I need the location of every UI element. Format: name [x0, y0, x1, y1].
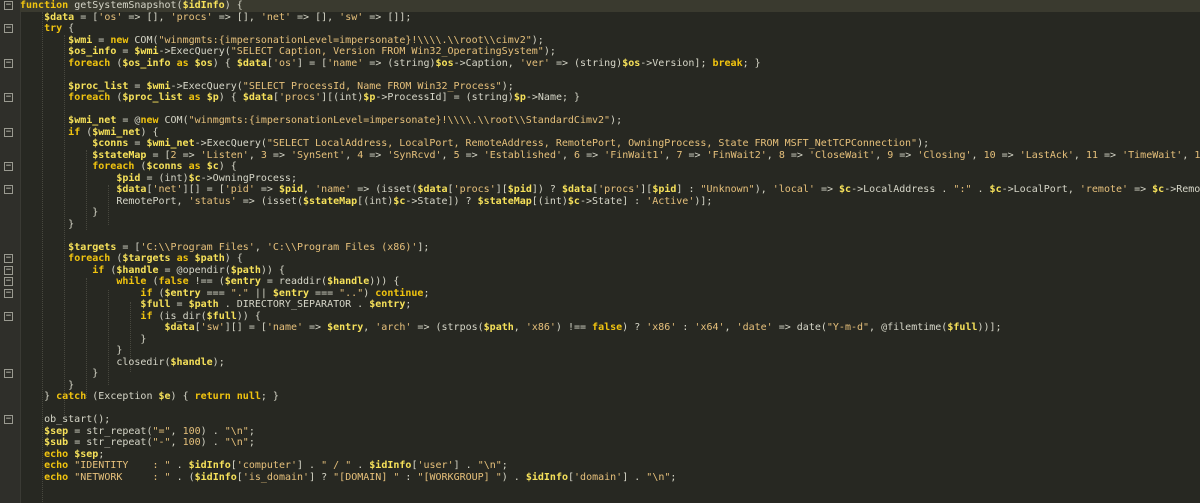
code-line[interactable]	[20, 403, 1200, 415]
fold-toggle-icon[interactable]: −	[4, 162, 13, 171]
code-line[interactable]: $sub = str_repeat("-", 100) . "\n";	[20, 437, 1200, 449]
editor-gutter: − − − − − − − − − − − − − −	[0, 0, 21, 503]
code-line[interactable]: if (is_dir($full)) {	[20, 311, 1200, 323]
code-line[interactable]: if ($entry === "." || $entry === "..") c…	[20, 288, 1200, 300]
code-line[interactable]	[20, 69, 1200, 81]
code-line[interactable]: while (false !== ($entry = readdir($hand…	[20, 276, 1200, 288]
code-line[interactable]: }	[20, 207, 1200, 219]
code-line[interactable]	[20, 104, 1200, 116]
code-line[interactable]: foreach ($conns as $c) {	[20, 161, 1200, 173]
code-line[interactable]: foreach ($targets as $path) {	[20, 253, 1200, 265]
code-line[interactable]: }	[20, 368, 1200, 380]
code-line[interactable]: $data['net'][] = ['pid' => $pid, 'name' …	[20, 184, 1200, 196]
fold-toggle-icon[interactable]: −	[4, 415, 13, 424]
code-line[interactable]: $pid = (int)$c->OwningProcess;	[20, 173, 1200, 185]
code-line[interactable]: if ($handle = @opendir($path)) {	[20, 265, 1200, 277]
code-line[interactable]: }	[20, 334, 1200, 346]
fold-toggle-icon[interactable]: −	[4, 277, 13, 286]
code-line[interactable]: $conns = $wmi_net->ExecQuery("SELECT Loc…	[20, 138, 1200, 150]
code-line[interactable]	[20, 230, 1200, 242]
fold-toggle-icon[interactable]: −	[4, 24, 13, 33]
fold-toggle-icon[interactable]: −	[4, 288, 13, 298]
fold-toggle-icon[interactable]: −	[4, 58, 13, 68]
code-line[interactable]: $sep = str_repeat("=", 100) . "\n";	[20, 426, 1200, 438]
fold-toggle-icon[interactable]: −	[4, 1, 13, 10]
code-area[interactable]: function getSystemSnapshot($idInfo) { $d…	[20, 0, 1200, 503]
code-line[interactable]: }	[20, 345, 1200, 357]
code-line[interactable]: RemotePort, 'status' => (isset($stateMap…	[20, 196, 1200, 208]
code-line[interactable]: $wmi_net = @new COM("winmgmts:{impersona…	[20, 115, 1200, 127]
code-line[interactable]: function getSystemSnapshot($idInfo) {	[20, 0, 1200, 12]
code-line[interactable]: $data = ['os' => [], 'procs' => [], 'net…	[20, 12, 1200, 24]
code-line[interactable]: foreach ($proc_list as $p) { $data['proc…	[20, 92, 1200, 104]
code-line[interactable]: $os_info = $wmi->ExecQuery("SELECT Capti…	[20, 46, 1200, 58]
code-line[interactable]: closedir($handle);	[20, 357, 1200, 369]
fold-toggle-icon[interactable]: −	[4, 93, 13, 102]
code-line[interactable]: $proc_list = $wmi->ExecQuery("SELECT Pro…	[20, 81, 1200, 93]
code-line[interactable]: $data['sw'][] = ['name' => $entry, 'arch…	[20, 322, 1200, 334]
code-line[interactable]: echo $sep;	[20, 449, 1200, 461]
code-line[interactable]: }	[20, 380, 1200, 392]
fold-toggle-icon[interactable]: −	[4, 254, 13, 263]
code-line[interactable]: foreach ($os_info as $os) { $data['os'] …	[20, 58, 1200, 70]
code-line[interactable]: try {	[20, 23, 1200, 35]
code-line[interactable]: if ($wmi_net) {	[20, 127, 1200, 139]
fold-toggle-icon[interactable]: −	[4, 265, 13, 275]
code-line[interactable]: echo "IDENTITY : " . $idInfo['computer']…	[20, 460, 1200, 472]
code-line[interactable]: echo "NETWORK : " . ($idInfo['is_domain'…	[20, 472, 1200, 484]
fold-toggle-icon[interactable]: −	[4, 185, 13, 194]
code-editor[interactable]: − − − − − − − − − − − − − − function getSystemSnapsho…	[0, 0, 1200, 503]
fold-toggle-icon[interactable]: −	[4, 369, 13, 378]
code-line[interactable]: $stateMap = [2 => 'Listen', 3 => 'SynSen…	[20, 150, 1200, 162]
code-line[interactable]: $targets = ['C:\\Program Files', 'C:\\Pr…	[20, 242, 1200, 254]
code-line[interactable]: ob_start();	[20, 414, 1200, 426]
fold-toggle-icon[interactable]: −	[4, 127, 13, 137]
code-line[interactable]: } catch (Exception $e) { return null; }	[20, 391, 1200, 403]
code-line[interactable]: $wmi = new COM("winmgmts:{impersonationL…	[20, 35, 1200, 47]
code-line[interactable]: $full = $path . DIRECTORY_SEPARATOR . $e…	[20, 299, 1200, 311]
code-line[interactable]: }	[20, 219, 1200, 231]
fold-toggle-icon[interactable]: −	[4, 311, 13, 321]
